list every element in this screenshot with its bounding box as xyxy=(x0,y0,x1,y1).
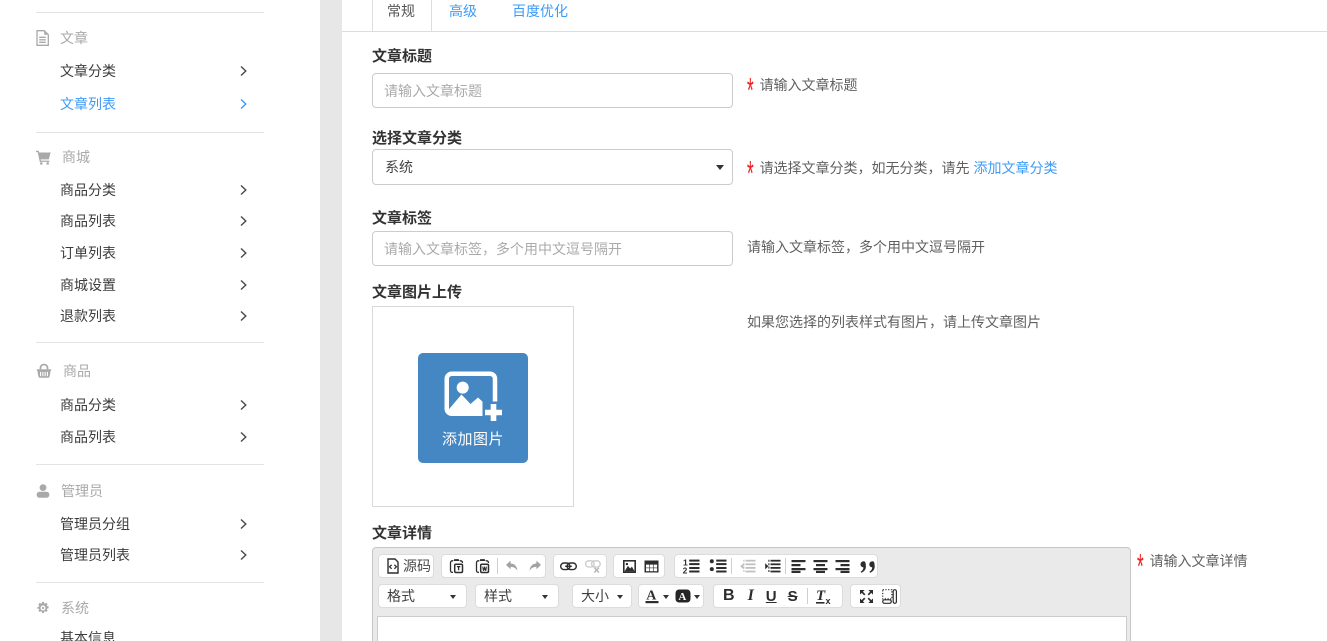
svg-text:A: A xyxy=(678,591,686,603)
svg-text:2: 2 xyxy=(683,566,688,574)
svg-text:x: x xyxy=(825,596,830,605)
svg-text:T: T xyxy=(816,588,826,604)
